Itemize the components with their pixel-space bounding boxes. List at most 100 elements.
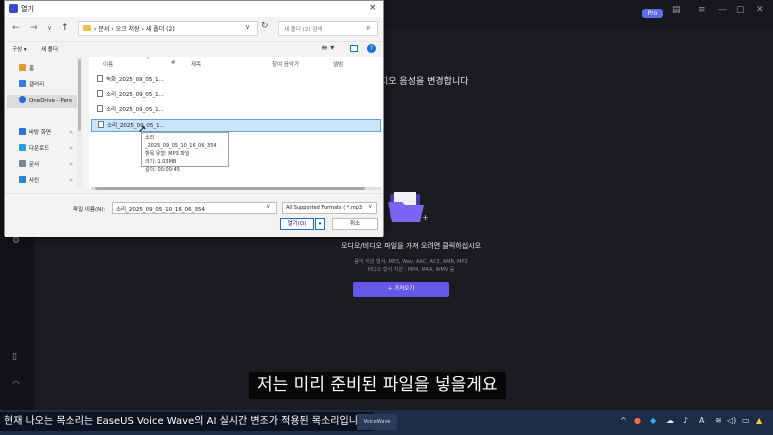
document-icon <box>19 160 26 167</box>
nav-item-gallery[interactable]: 갤러리 <box>7 79 79 92</box>
file-tooltip: 소리_2025_09_05_10_16_06_354 항목 유형: MP3 파일… <box>141 132 229 173</box>
chevron-down-icon[interactable]: ∨ <box>266 203 270 210</box>
recent-chevron-icon[interactable]: ∨ <box>47 24 52 32</box>
refresh-icon[interactable]: ↻ <box>261 21 269 31</box>
column-header-name[interactable]: 이름 <box>103 60 113 68</box>
dialog-footer: 파일 이름(N): 소리_2025_09_05_10_16_06_354 ∨ A… <box>5 193 383 237</box>
minimize-icon[interactable]: — <box>718 5 727 15</box>
up-arrow-icon[interactable]: ↑ <box>61 23 69 33</box>
dialog-toolbar: 구성 ▾ 새 폴더 ≡ ▾ ? <box>5 41 383 56</box>
maximize-icon[interactable]: ▢ <box>736 5 745 15</box>
column-header-album[interactable]: 앨범 <box>333 60 343 68</box>
file-row[interactable]: 녹화_2025_09_05_1... <box>91 74 381 87</box>
address-bar[interactable]: › 문서 › 오크 저장 › 새 폴더 (2) ∨ <box>78 21 258 36</box>
cloud-icon <box>19 96 26 103</box>
dialog-title-bar: 열기 × <box>5 1 383 17</box>
recording-file-icon <box>97 75 103 82</box>
chevron-down-icon[interactable]: ∨ <box>245 23 250 31</box>
pin-icon[interactable]: ✎ <box>69 143 73 156</box>
video-subtitle: 저는 미리 준비된 파일을 넣을게요 <box>249 372 506 399</box>
chevron-down-icon[interactable]: ∨ <box>368 203 372 210</box>
filetype-select[interactable]: All Supported Formats ( *.mp3 ∨ <box>282 202 377 214</box>
open-file-dialog: 열기 × ← → ∨ ↑ › 문서 › 오크 저장 › 새 폴더 (2) ∨ ↻… <box>4 0 384 237</box>
breadcrumb-recording-save[interactable]: 오크 저장 <box>116 26 140 33</box>
tray-app-icon[interactable]: ◆ <box>650 416 656 425</box>
dialog-close-button[interactable]: × <box>369 3 377 13</box>
headset-icon[interactable]: ◠ <box>12 380 20 390</box>
book-icon[interactable]: ▯ <box>12 352 17 362</box>
wifi-icon[interactable]: ≋ <box>715 416 722 425</box>
column-header-artist[interactable]: 참여 음악가 <box>272 60 299 68</box>
filename-input[interactable]: 소리_2025_09_05_10_16_06_354 ∨ <box>112 202 277 214</box>
breadcrumb-new-folder[interactable]: 새 폴더 (2) <box>146 26 175 33</box>
audio-file-icon <box>97 105 103 112</box>
forward-arrow-icon[interactable]: → <box>30 23 38 33</box>
help-icon[interactable]: ? <box>367 44 376 53</box>
pin-icon[interactable]: ✎ <box>69 175 73 188</box>
cloud-icon[interactable]: ☁ <box>666 416 674 425</box>
tray-app-icon[interactable]: ● <box>634 416 641 425</box>
back-arrow-icon[interactable]: ← <box>12 23 20 33</box>
microphone-icon[interactable]: ♪ <box>683 416 688 425</box>
view-options-icon[interactable]: ≡ ▾ <box>321 43 334 52</box>
home-icon <box>19 64 26 71</box>
nav-scrollbar-thumb[interactable] <box>78 59 81 131</box>
sort-caret-icon: ^ <box>146 57 151 63</box>
nav-item-desktop[interactable]: 바탕 화면 ✎ <box>7 127 79 140</box>
taskbar-app-voicewave[interactable]: VoiceWave <box>357 414 397 430</box>
tooltip-name: 소리_2025_09_05_10_16_06_354 <box>145 135 217 149</box>
volume-icon[interactable]: ◁) <box>727 416 736 425</box>
chevron-up-icon[interactable]: ^ <box>620 416 627 425</box>
search-placeholder: 새 폴더 (2) 검색 <box>284 27 323 33</box>
video-formats-text: 비디오 형식 지원 : MP4, M4A, WMV 등 <box>367 267 455 273</box>
file-icon[interactable]: ▤ <box>672 5 681 15</box>
cancel-button[interactable]: 취소 <box>332 218 378 230</box>
download-icon <box>19 144 26 151</box>
folder-icon <box>83 25 91 31</box>
pin-icon[interactable]: ✎ <box>69 159 73 172</box>
file-row-selected[interactable]: 소리_2025_09_05_1... <box>91 119 381 132</box>
ime-indicator[interactable]: A <box>699 416 704 425</box>
nav-item-documents[interactable]: 문서 ✎ <box>7 159 79 172</box>
folder-icon: + <box>388 192 429 222</box>
dialog-nav-row: ← → ∨ ↑ › 문서 › 오크 저장 › 새 폴더 (2) ∨ ↻ 새 폴더… <box>5 18 383 40</box>
menu-icon[interactable]: ≡ <box>698 5 706 15</box>
breadcrumb: › 문서 › 오크 저장 › 새 폴더 (2) <box>94 26 175 33</box>
nav-item-home[interactable]: 홈 <box>7 63 79 76</box>
column-header-number[interactable]: # <box>171 60 176 66</box>
pin-icon[interactable]: ✎ <box>69 127 73 140</box>
column-header-title[interactable]: 제목 <box>191 60 201 68</box>
tooltip-length: 길이: 00:00:45 <box>145 167 180 173</box>
horizontal-scrollbar-thumb[interactable] <box>95 187 365 190</box>
horizontal-scrollbar[interactable] <box>91 187 381 190</box>
close-icon[interactable]: ✕ <box>756 5 764 15</box>
filename-label: 파일 이름(N): <box>73 207 106 213</box>
file-row[interactable]: 소리_2025_09_05_1... <box>91 104 381 117</box>
import-button[interactable]: + 가져오기 <box>353 282 449 297</box>
nav-item-pictures[interactable]: 사진 ✎ <box>7 175 79 188</box>
organize-menu[interactable]: 구성 ▾ <box>12 45 27 53</box>
audio-file-icon <box>98 121 104 128</box>
tooltip-size: 크기: 1.03MB <box>145 159 177 165</box>
new-folder-button[interactable]: 새 폴더 <box>41 45 58 53</box>
navigation-pane: 홈 갤러리 OneDrive - Pers 바탕 화면 ✎ 다운로드 ✎ 문서 ✎ 사… <box>5 57 85 189</box>
open-dropdown-button[interactable]: ▾ <box>315 218 325 230</box>
dialog-title: 열기 <box>21 5 34 13</box>
nav-item-onedrive[interactable]: OneDrive - Pers <box>7 95 79 108</box>
search-input[interactable]: 새 폴더 (2) 검색 ⌕ <box>278 21 378 36</box>
notification-icon[interactable]: ▲ <box>756 416 762 425</box>
settings-icon[interactable]: ⚙ <box>12 236 20 246</box>
filetype-value: All Supported Formats ( *.mp3 <box>286 205 363 211</box>
mouse-cursor-icon: ➚ <box>138 124 147 135</box>
nav-item-downloads[interactable]: 다운로드 ✎ <box>7 143 79 156</box>
pro-badge[interactable]: Pro <box>642 9 663 18</box>
battery-icon[interactable]: ▭ <box>742 416 750 425</box>
filename-value: 소리_2025_09_05_10_16_06_354 <box>116 207 205 213</box>
open-button[interactable]: 열기(O) <box>280 218 314 230</box>
page-title: 디오 음성을 변경합니다 <box>380 77 469 87</box>
breadcrumb-documents[interactable]: 문서 <box>98 26 109 33</box>
tooltip-type: 항목 유형: MP3 파일 <box>145 151 190 157</box>
preview-pane-icon[interactable] <box>350 45 358 52</box>
audio-formats-text: 음악 지원 형식: MP3, Wav, AAC, AC3, AMR, MP2 <box>354 259 468 265</box>
file-row[interactable]: 소리_2025_09_05_1... <box>91 89 381 102</box>
